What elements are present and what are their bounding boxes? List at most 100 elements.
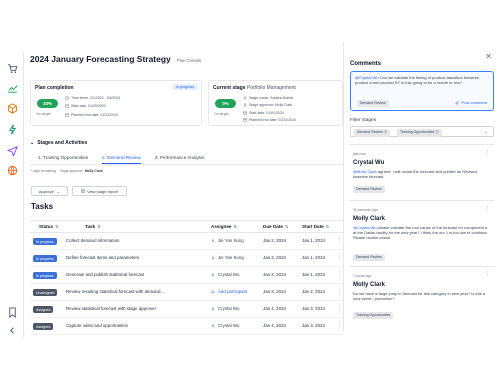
assignee[interactable]: Jie Yan Song [211, 255, 244, 260]
current-stage-name: Portfolio Management [246, 85, 296, 91]
task-name[interactable]: Define forecast items and parameters [66, 255, 139, 260]
tasks-table-body: In progress Collect demand information J… [24, 233, 343, 337]
stage-chip[interactable]: Demand Review [353, 186, 385, 193]
lightning-icon[interactable] [6, 123, 18, 135]
status-badge: In progress [33, 272, 57, 279]
add-person-icon [211, 289, 215, 294]
bookmark-icon[interactable] [6, 306, 18, 318]
collapse-nav-icon[interactable] [6, 324, 18, 336]
column-start-date[interactable]: Start Date ⇅ [302, 224, 329, 229]
plan-meta: Time items: 2/1/2022 - 3/5/2024 Start da… [65, 95, 120, 118]
filter-stages-select[interactable]: Demand Review ⓧ Training Opportunities ⓧ… [350, 126, 494, 137]
tab-demand-review[interactable]: 2. Demand Review [102, 155, 141, 164]
post-comment-button[interactable]: Post comment [455, 100, 487, 105]
planned-end-line: Planned end date: 01/31/2024 [65, 112, 120, 118]
task-name[interactable]: Generate and publish statistical forecas… [66, 272, 144, 277]
sort-icon: ⇅ [233, 224, 237, 229]
current-stage-percent: 0% [215, 99, 236, 108]
cart-icon[interactable] [6, 62, 18, 74]
close-icon[interactable]: ✕ [485, 52, 492, 61]
assignee[interactable]: Jie Yan Song [211, 238, 244, 243]
status-badge: In progress [33, 238, 57, 245]
box-icon[interactable] [6, 102, 18, 114]
tab-performance-analysis[interactable]: 3. Performance Analysis [155, 155, 205, 164]
send-icon [455, 100, 460, 105]
add-participant-button[interactable]: Add participant [211, 289, 247, 294]
more-icon[interactable]: ⋮ [337, 254, 342, 260]
more-icon[interactable]: ⋮ [337, 237, 342, 243]
sort-icon: ⇅ [55, 224, 59, 229]
task-name[interactable]: Review resulting statistical forecast wi… [66, 289, 164, 294]
comment-time: just now [353, 152, 366, 156]
time-items-line: Time items: 2/1/2022 - 3/5/2024 [65, 95, 120, 101]
table-row[interactable]: Unassigned Review resulting statistical … [30, 284, 343, 301]
comments-panel: ✕ Comments @Crystal Wu Can we validate t… [343, 42, 500, 332]
stage-chip[interactable]: Training Opportunities [353, 312, 394, 319]
filter-chip-demand-review[interactable]: Demand Review ⓧ [354, 129, 391, 137]
person-icon [211, 306, 215, 311]
stage-meta: Stage owner: Andrea Molina Stage approve… [243, 95, 296, 123]
tab-training-opportunities[interactable]: 1. Training Opportunities [38, 155, 88, 164]
stage-chip[interactable]: Demand Review [357, 100, 389, 107]
assignee[interactable]: Crystal Wu [211, 272, 239, 277]
start-date: Jan 3, 2024 [302, 323, 325, 328]
more-icon[interactable]: ⋮ [337, 322, 342, 328]
main-content: 2024 January Forecasting Strategy Plan D… [24, 52, 343, 337]
status-badge: In progress [33, 255, 57, 262]
comment-item: just now ⋮ Crystal Wu @Molly Clark agree… [350, 144, 494, 196]
due-date: Jan 2, 2024 [263, 238, 286, 243]
more-icon[interactable]: ⋮ [337, 305, 342, 311]
calendar-icon [65, 113, 69, 117]
stage-chip[interactable]: Demand Review [353, 254, 385, 261]
tasks-title: Tasks [31, 202, 54, 211]
stage-end-line: Planned end date: 01/31/2024 [243, 117, 296, 123]
send-icon[interactable] [6, 144, 18, 156]
person-icon [243, 96, 247, 100]
task-name[interactable]: Capture sales and opportunities [66, 323, 128, 328]
comment-input[interactable]: @Crystal Wu Can we validate the timing o… [355, 75, 487, 85]
start-date: Jan 3, 2024 [302, 306, 325, 311]
filter-chip-training-opportunities[interactable]: Training Opportunities ⓧ [397, 129, 442, 137]
comment-text: @Molly Clark agreed, I will revise the f… [353, 169, 477, 179]
table-row[interactable]: In progress Collect demand information J… [30, 233, 343, 250]
table-row[interactable]: In progress Define forecast items and pa… [30, 250, 343, 267]
start-date: Jan 1, 2024 [302, 255, 325, 260]
days-remaining: 7 days remaining [30, 169, 56, 173]
view-stage-report-button[interactable]: View stage report [72, 186, 127, 196]
table-row[interactable]: Assigned Review statistical forecast wit… [30, 301, 343, 318]
chevron-down-icon: ⌄ [56, 188, 61, 194]
status-badge: In progress [173, 84, 197, 90]
comment-time: 30 seconds ago [353, 208, 378, 212]
more-icon[interactable]: ⋮ [485, 271, 490, 277]
column-due-date[interactable]: Due Date ⇅ [263, 224, 288, 229]
globe-icon[interactable] [6, 164, 18, 176]
assignee[interactable]: Crystal Wu [211, 323, 239, 328]
stages-header[interactable]: ⌄ Stages and Activities [30, 140, 87, 146]
plan-completion-title: Plan completion [35, 85, 74, 91]
table-row[interactable]: In progress Generate and publish statist… [30, 267, 343, 284]
chevron-down-icon[interactable]: ⌄ [484, 129, 488, 135]
task-name[interactable]: Review statistical forecast with stage a… [66, 306, 156, 311]
comment-author: Molly Clark [353, 282, 386, 288]
comment-item: 30 seconds ago ⋮ Molly Clark @Crystal Wu… [350, 200, 494, 266]
more-icon[interactable]: ⋮ [337, 288, 342, 294]
current-stage-card: Current stage Portfolio Management 0% On… [208, 80, 343, 126]
table-row[interactable]: Assigned Capture sales and opportunities… [30, 318, 343, 335]
stage-owner-line: Stage owner: Andrea Molina [243, 95, 296, 101]
trend-chart-icon[interactable] [6, 82, 18, 94]
task-name[interactable]: Collect demand information [66, 238, 119, 243]
approve-button[interactable]: Approve ⌄ [31, 186, 68, 196]
comment-compose-box[interactable]: @Crystal Wu Can we validate the timing o… [350, 71, 494, 111]
due-date: Jan 2, 2024 [263, 272, 286, 277]
more-icon[interactable]: ⋮ [337, 271, 342, 277]
more-icon[interactable]: ⋮ [485, 149, 490, 155]
column-task[interactable]: Task ⇅ [85, 224, 101, 229]
more-icon[interactable]: ⋮ [485, 205, 490, 211]
due-date: Jan 4, 2024 [263, 323, 286, 328]
stage-tabs: 1. Training Opportunities 2. Demand Revi… [38, 155, 204, 164]
clock-icon [65, 96, 69, 100]
column-assignee[interactable]: Assignee ⇅ [211, 224, 237, 229]
assignee[interactable]: Crystal Wu [211, 306, 239, 311]
plan-details-link[interactable]: Plan Details [177, 58, 202, 63]
column-status[interactable]: Status ⇅ [39, 224, 58, 229]
